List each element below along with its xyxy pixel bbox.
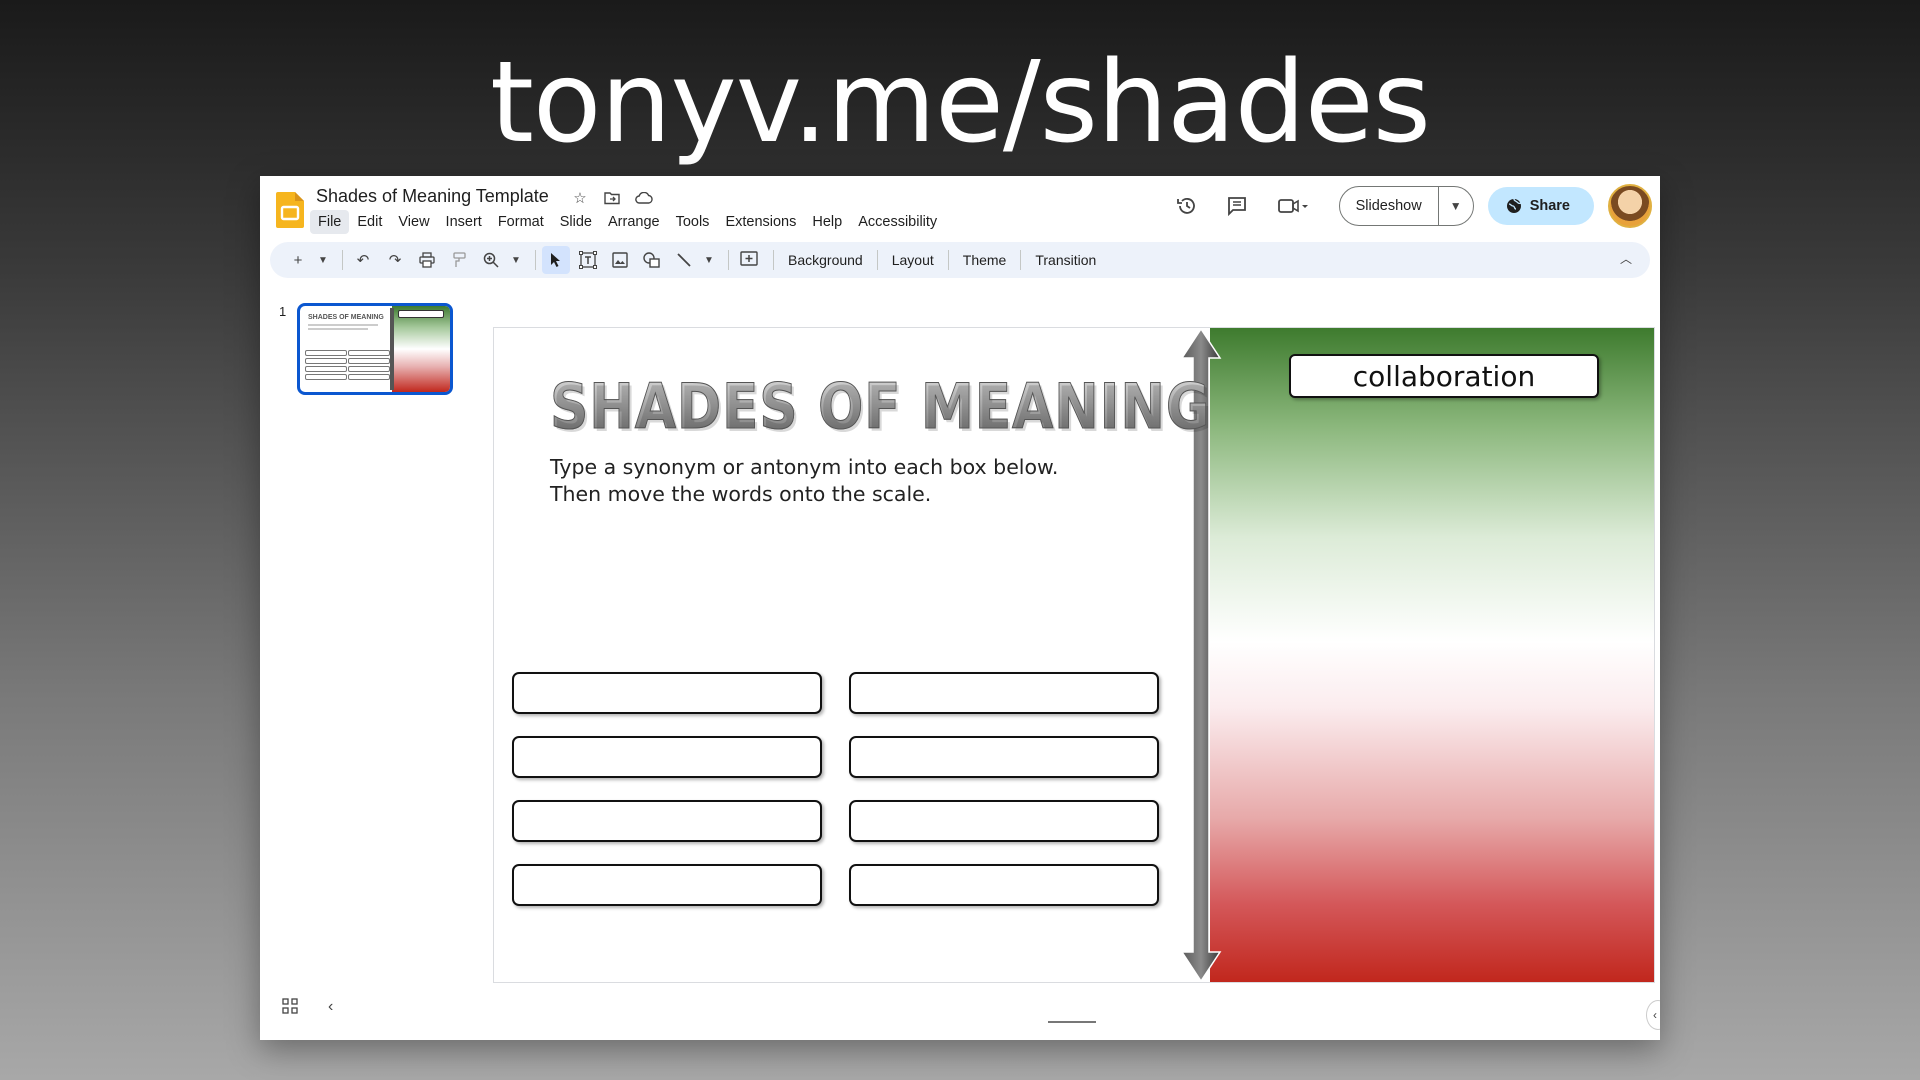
zoom-dropdown-icon[interactable]: ▼: [509, 246, 523, 274]
menu-arrange[interactable]: Arrange: [600, 210, 668, 234]
slide-number: 1: [279, 304, 287, 319]
layout-button[interactable]: Layout: [884, 252, 942, 268]
instruction-line: Type a synonym or antonym into each box …: [550, 455, 1059, 479]
undo-icon[interactable]: ↶: [349, 246, 377, 274]
collapse-toolbar-icon[interactable]: ︿: [1620, 250, 1632, 267]
menu-accessibility[interactable]: Accessibility: [850, 210, 945, 234]
theme-button[interactable]: Theme: [955, 252, 1015, 268]
background-button[interactable]: Background: [780, 252, 871, 268]
headline-url: tonyv.me/shades: [490, 38, 1431, 168]
share-button[interactable]: Share: [1487, 187, 1594, 225]
menu-tools[interactable]: Tools: [668, 210, 718, 234]
menu-file[interactable]: File: [310, 210, 350, 234]
thumbnail-scale-bar: [390, 308, 394, 390]
toolbar-divider: [947, 250, 949, 270]
thumbnail-text-line: [308, 328, 368, 330]
slide-canvas[interactable]: SHADES OF MEANING Type a synonym or anto…: [493, 327, 1655, 983]
select-icon[interactable]: [542, 246, 570, 274]
thumbnail-box: [348, 366, 390, 372]
thumbnail-box: [348, 374, 390, 380]
move-to-folder-icon[interactable]: [602, 188, 622, 208]
share-label: Share: [1529, 198, 1570, 214]
toolbar: + ▼ ↶ ↷ ▼ ▼ Background Layout Theme Tran…: [270, 242, 1650, 278]
instruction-text[interactable]: Type a synonym or antonym into each box …: [550, 454, 1058, 508]
menu-format[interactable]: Format: [490, 210, 552, 234]
scale-gradient-panel: [1210, 328, 1654, 982]
thumbnail-text-line: [308, 324, 378, 326]
menu-help[interactable]: Help: [804, 210, 850, 234]
globe-icon: [1506, 198, 1521, 213]
new-slide-dropdown-icon[interactable]: ▼: [316, 246, 330, 274]
answer-box[interactable]: [849, 800, 1159, 842]
menu-edit[interactable]: Edit: [349, 210, 390, 234]
collapse-filmstrip-icon[interactable]: ‹: [328, 998, 333, 1019]
scale-word-label[interactable]: collaboration: [1289, 354, 1599, 398]
answer-box[interactable]: [849, 672, 1159, 714]
thumbnail-box: [305, 374, 347, 380]
star-icon[interactable]: ☆: [570, 188, 590, 208]
slides-app-window: Shades of Meaning Template ☆ File Edit V…: [260, 176, 1660, 1040]
thumbnail-box: [305, 350, 347, 356]
toolbar-divider: [342, 250, 343, 270]
answer-box[interactable]: [512, 736, 822, 778]
grid-view-icon[interactable]: [282, 998, 298, 1019]
toolbar-divider: [728, 250, 729, 270]
transition-button[interactable]: Transition: [1027, 252, 1104, 268]
redo-icon[interactable]: ↷: [381, 246, 409, 274]
instruction-line: Then move the words onto the scale.: [550, 482, 932, 506]
text-box-icon[interactable]: [574, 246, 602, 274]
toolbar-divider: [876, 250, 878, 270]
shape-icon[interactable]: [638, 246, 666, 274]
menu-view[interactable]: View: [390, 210, 437, 234]
answer-box[interactable]: [849, 864, 1159, 906]
paint-format-icon[interactable]: [445, 246, 473, 274]
answer-box[interactable]: [512, 800, 822, 842]
thumbnail-box: [348, 350, 390, 356]
slide-thumbnail[interactable]: SHADES OF MEANING: [297, 303, 453, 395]
line-dropdown-icon[interactable]: ▼: [702, 246, 716, 274]
cloud-status-icon[interactable]: [634, 188, 654, 208]
thumbnail-gradient: [392, 306, 450, 392]
side-panel-toggle-icon[interactable]: ‹: [1646, 1000, 1660, 1030]
document-title[interactable]: Shades of Meaning Template: [316, 186, 549, 207]
slideshow-button-group: Slideshow ▼: [1338, 186, 1474, 226]
line-icon[interactable]: [670, 246, 698, 274]
thumbnail-box: [348, 358, 390, 364]
thumbnail-box: [305, 366, 347, 372]
slideshow-button[interactable]: Slideshow: [1340, 187, 1439, 225]
slide-title[interactable]: SHADES OF MEANING: [550, 370, 1210, 444]
answer-box[interactable]: [512, 864, 822, 906]
thumbnail-word-label: [398, 310, 444, 318]
menu-bar: File Edit View Insert Format Slide Arran…: [310, 210, 945, 234]
comment-add-icon[interactable]: [735, 246, 763, 274]
answer-box[interactable]: [512, 672, 822, 714]
zoom-icon[interactable]: [477, 246, 505, 274]
avatar[interactable]: [1608, 184, 1652, 228]
image-icon[interactable]: [606, 246, 634, 274]
menu-extensions[interactable]: Extensions: [717, 210, 804, 234]
slides-logo-icon[interactable]: [276, 192, 304, 228]
toolbar-divider: [535, 250, 536, 270]
print-icon[interactable]: [413, 246, 441, 274]
thumbnail-title: SHADES OF MEANING: [308, 314, 384, 321]
slideshow-dropdown-icon[interactable]: ▼: [1439, 187, 1473, 225]
toolbar-divider: [1020, 250, 1022, 270]
new-slide-icon[interactable]: +: [284, 246, 312, 274]
version-history-icon[interactable]: [1169, 188, 1205, 224]
toolbar-divider: [773, 250, 774, 270]
menu-insert[interactable]: Insert: [438, 210, 490, 234]
thumbnail-box: [305, 358, 347, 364]
meet-call-icon[interactable]: [1269, 188, 1317, 224]
speaker-notes-resize-handle[interactable]: [1048, 1021, 1096, 1023]
answer-box[interactable]: [849, 736, 1159, 778]
comments-icon[interactable]: [1219, 188, 1255, 224]
menu-slide[interactable]: Slide: [552, 210, 600, 234]
